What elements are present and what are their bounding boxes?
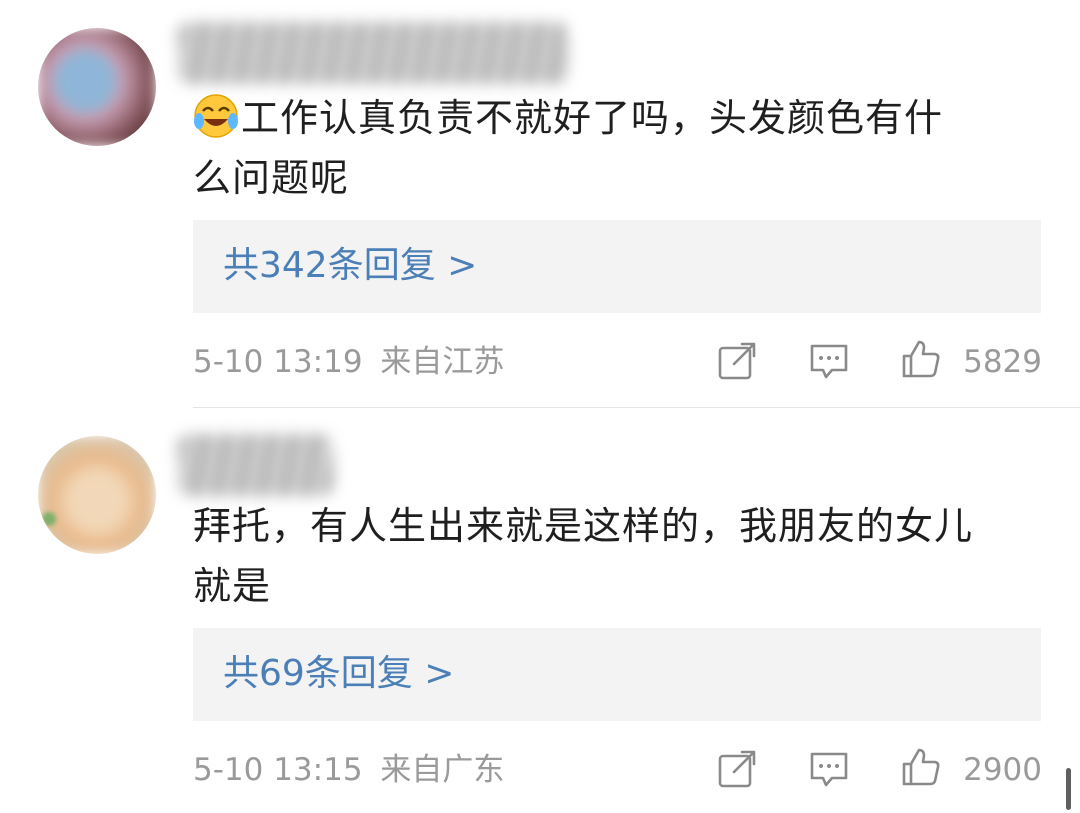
- comment-icon[interactable]: [808, 340, 850, 382]
- like-count: 5829: [963, 344, 1042, 380]
- comment-meta: 5-10 13:15 来自广东: [193, 750, 504, 790]
- share-icon[interactable]: [716, 340, 758, 382]
- comment-text-line2: 么问题呢: [193, 156, 350, 200]
- share-icon[interactable]: [716, 748, 758, 790]
- replies-box[interactable]: 共69条回复 >: [193, 628, 1041, 721]
- avatar[interactable]: [38, 28, 156, 146]
- comment-item: 拜托，有人生出来就是这样的，我朋友的女儿 就是 共69条回复 > 5-10 13…: [0, 408, 1080, 813]
- comment-text: 拜托，有人生出来就是这样的，我朋友的女儿 就是: [193, 496, 1043, 616]
- comment-text-line1: 工作认真负责不就好了吗，头发颜色有什: [241, 96, 944, 140]
- like-count: 2900: [963, 752, 1042, 788]
- replies-link[interactable]: 共342条回复 >: [223, 242, 477, 290]
- thumbs-up-icon[interactable]: [900, 746, 942, 788]
- username-redacted[interactable]: [178, 22, 568, 84]
- comment-text: 工作认真负责不就好了吗，头发颜色有什 么问题呢: [193, 88, 1043, 208]
- thumbs-up-icon[interactable]: [900, 338, 942, 380]
- comment-item: 工作认真负责不就好了吗，头发颜色有什 么问题呢 共342条回复 > 5-10 1…: [0, 0, 1080, 407]
- comment-location: 来自广东: [380, 752, 505, 788]
- scrollbar-thumb[interactable]: [1066, 768, 1071, 810]
- avatar[interactable]: [38, 436, 156, 554]
- comment-location: 来自江苏: [380, 344, 505, 380]
- comment-text-line1: 拜托，有人生出来就是这样的，我朋友的女儿: [193, 504, 974, 548]
- replies-link[interactable]: 共69条回复 >: [223, 650, 454, 698]
- comment-icon[interactable]: [808, 748, 850, 790]
- comment-date: 5-10 13:15: [193, 752, 363, 788]
- laugh-cry-emoji-icon: [194, 94, 238, 138]
- comment-text-line2: 就是: [193, 564, 272, 608]
- username-redacted[interactable]: [178, 434, 333, 496]
- replies-box[interactable]: 共342条回复 >: [193, 220, 1041, 313]
- comment-date: 5-10 13:19: [193, 344, 363, 380]
- comment-meta: 5-10 13:19 来自江苏: [193, 342, 504, 382]
